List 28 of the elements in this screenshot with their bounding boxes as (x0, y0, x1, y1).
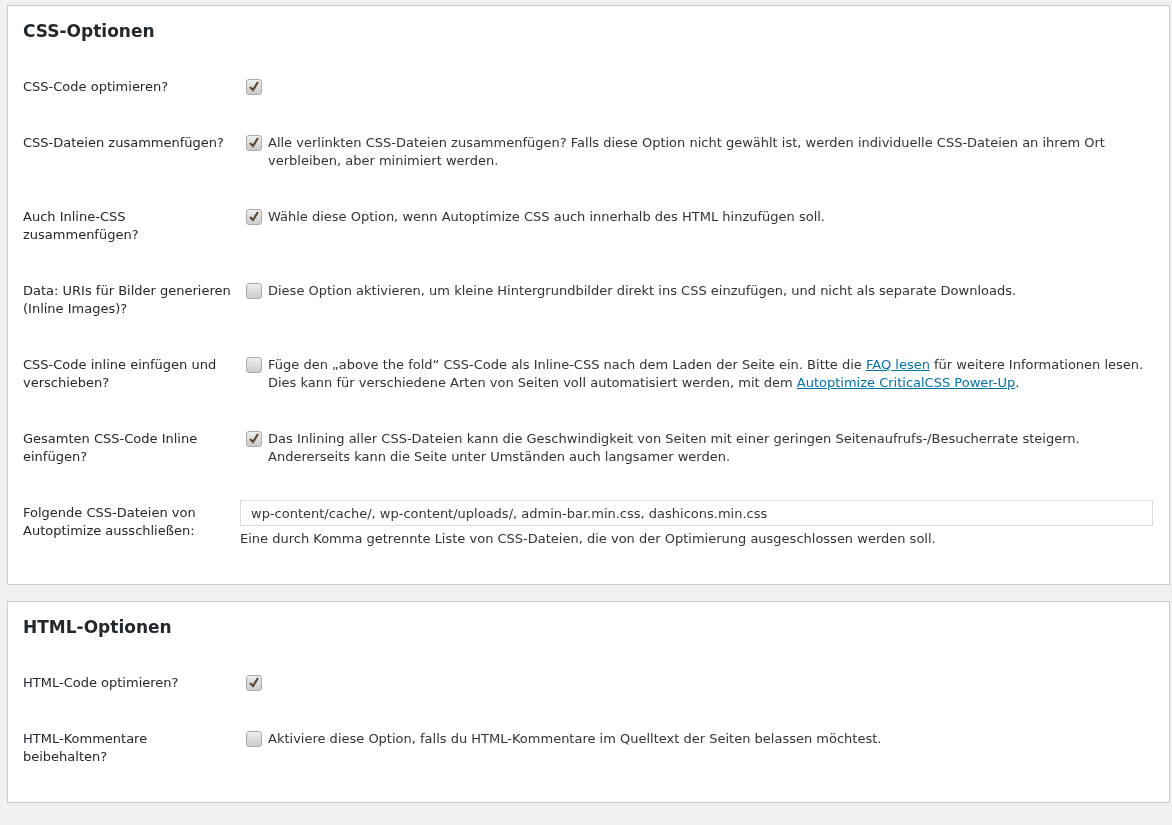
option-label: Gesamten CSS-Code Inline einfügen? (23, 430, 199, 466)
checkbox[interactable] (246, 675, 262, 691)
option-description: Das Inlining aller CSS-Dateien kann die Geschwindigkeit von Seiten mit einer geringen Seitenaufrufs-/Besucherrate steigern. Andererseits kann die Seite unter Umständen auch langsamer werden. (268, 430, 1081, 466)
option-label: Auch Inline-CSS zusammenfügen? (23, 208, 140, 244)
option-label: CSS-Code inline einfügen und verschieben? (23, 356, 218, 392)
option-description: Diese Option aktivieren, um kleine Hintergrundbilder direkt ins CSS einzufügen, und nicht als separate Downloads. (268, 282, 1017, 300)
field-hint: Eine durch Komma getrennte Liste von CSS-Dateien, die von der Optimierung ausgeschlossen werden soll. (240, 530, 937, 548)
option-label: Data: URIs für Bilder generieren (Inline Images)? (23, 282, 232, 318)
checkbox[interactable] (246, 135, 262, 151)
section-title: HTML-Optionen (23, 616, 173, 639)
checkbox[interactable] (246, 431, 262, 447)
option-description: Wähle diese Option, wenn Autoptimize CSS auch innerhalb des HTML hinzufügen soll. (268, 208, 825, 226)
option-label: CSS-Code optimieren? (23, 78, 170, 96)
option-label: HTML-Kommentare beibehalten? (23, 730, 149, 766)
checkbox[interactable] (246, 283, 262, 299)
checkbox[interactable] (246, 79, 262, 95)
option-description: Aktiviere diese Option, falls du HTML-Kommentare im Quelltext der Seiten belassen möchtest. (268, 730, 882, 748)
option-description: Alle verlinkten CSS-Dateien zusammenfügen? Falls diese Option nicht gewählt ist, werden individuelle CSS-Dateien an ihrem Ort verbleiben, aber minimiert werden. (268, 134, 1106, 170)
option-label: HTML-Code optimieren? (23, 674, 180, 692)
checkbox[interactable] (246, 357, 262, 373)
option-label: Folgende CSS-Dateien von Autoptimize ausschließen: (23, 504, 197, 540)
option-description: Füge den „above the fold“ CSS-Code als Inline-CSS nach dem Laden der Seite ein. Bitte die FAQ lesen für weitere Informationen lesen. Dies kann für verschiedene Arten von Seiten voll automatisiert werden, mit dem Autoptimize CriticalCSS Power-Up. (268, 356, 1145, 392)
checkbox[interactable] (246, 731, 262, 747)
text-link[interactable]: FAQ lesen (865, 357, 930, 372)
section-title: CSS-Optionen (23, 20, 156, 43)
exclude-files-field[interactable]: wp-content/cache/, wp-content/uploads/, admin-bar.min.css, dashicons.min.css (240, 500, 1153, 526)
checkbox[interactable] (246, 209, 262, 225)
option-label: CSS-Dateien zusammenfügen? (23, 134, 225, 152)
